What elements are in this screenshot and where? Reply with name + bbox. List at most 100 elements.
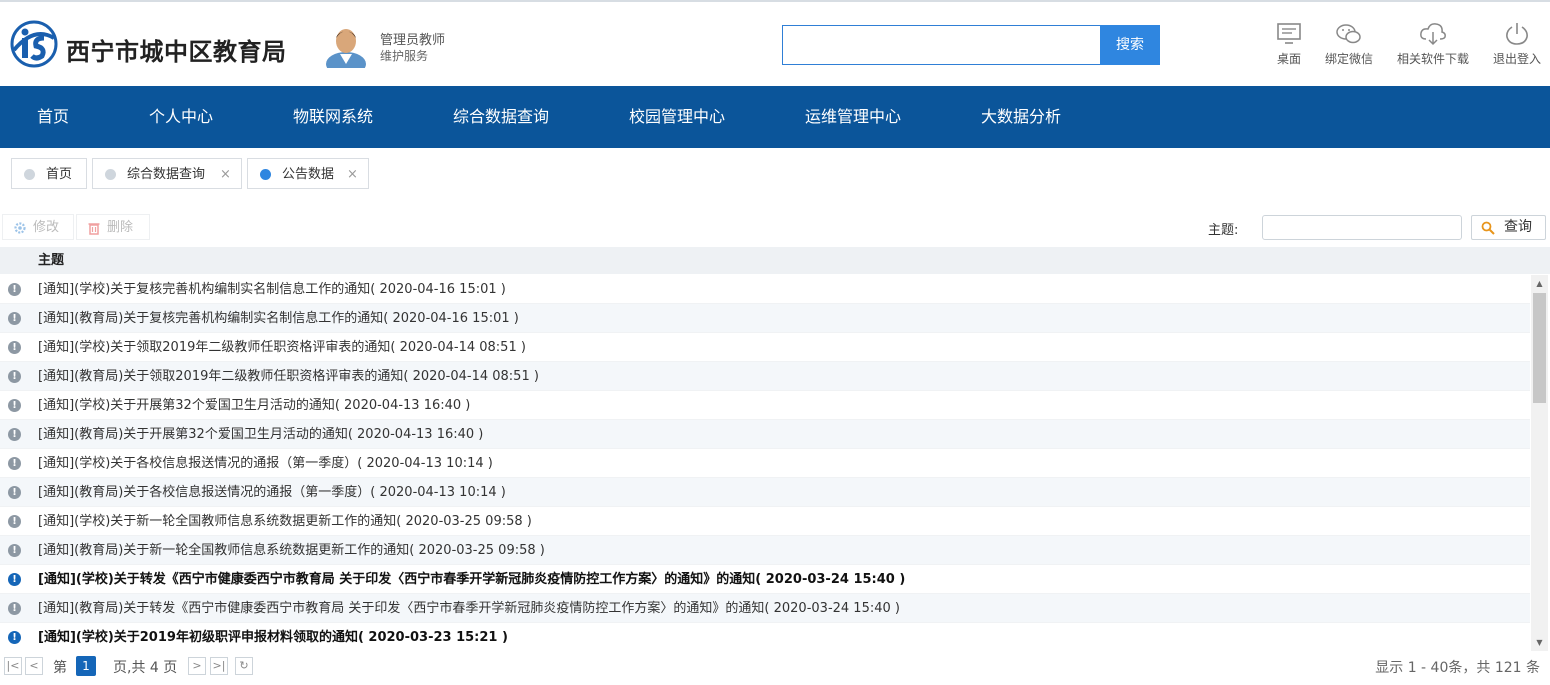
logo-icon xyxy=(10,20,58,68)
unread-notice-icon: ! xyxy=(8,573,21,586)
row-title[interactable]: [通知](教育局)关于开展第32个爱国卫生月活动的通知( 2020-04-13 … xyxy=(38,420,483,449)
nav-item-personal[interactable]: 个人中心 xyxy=(149,86,213,148)
table-row[interactable]: ! [通知](学校)关于领取2019年二级教师任职资格评审表的通知( 2020-0… xyxy=(0,333,1530,362)
user-service: 维护服务 xyxy=(380,49,429,63)
power-icon xyxy=(1506,23,1528,45)
toolbar: 修改 删除 主题: 查询 xyxy=(0,208,1550,246)
site-title: 西宁市城中区教育局 xyxy=(66,38,287,66)
tool-download[interactable]: 相关软件下载 xyxy=(1395,22,1471,67)
read-notice-icon: ! xyxy=(8,457,21,470)
row-title[interactable]: [通知](学校)关于开展第32个爱国卫生月活动的通知( 2020-04-13 1… xyxy=(38,391,470,420)
table-row[interactable]: ! [通知](教育局)关于各校信息报送情况的通报（第一季度）( 2020-04-1… xyxy=(0,478,1530,507)
row-title[interactable]: [通知](教育局)关于新一轮全国教师信息系统数据更新工作的通知( 2020-03… xyxy=(38,536,545,565)
search-icon xyxy=(1481,221,1495,235)
table-row[interactable]: ! [通知](学校)关于各校信息报送情况的通报（第一季度）( 2020-04-13… xyxy=(0,449,1530,478)
search-button[interactable]: 搜索 xyxy=(1100,25,1160,65)
row-title[interactable]: [通知](学校)关于复核完善机构编制实名制信息工作的通知( 2020-04-16… xyxy=(38,275,506,304)
table-row[interactable]: ! [通知](学校)关于开展第32个爱国卫生月活动的通知( 2020-04-13 … xyxy=(0,391,1530,420)
tool-wechat-label: 绑定微信 xyxy=(1324,52,1373,66)
tab-dot xyxy=(24,169,35,180)
row-title[interactable]: [通知](教育局)关于领取2019年二级教师任职资格评审表的通知( 2020-0… xyxy=(38,362,539,391)
read-notice-icon: ! xyxy=(8,486,21,499)
scroll-down-arrow[interactable]: ▼ xyxy=(1531,634,1548,651)
delete-label: 删除 xyxy=(107,220,134,235)
read-notice-icon: ! xyxy=(8,370,21,383)
column-header-topic: 主题 xyxy=(38,253,65,268)
prev-page-button[interactable]: < xyxy=(25,657,43,675)
tab-data-query[interactable]: 综合数据查询 × xyxy=(92,158,242,189)
edit-label: 修改 xyxy=(33,220,60,235)
table-header: 主题 xyxy=(0,247,1550,274)
tab-close-icon[interactable]: × xyxy=(347,159,358,190)
edit-button[interactable]: 修改 xyxy=(2,214,74,240)
topic-label: 主题: xyxy=(1208,223,1239,238)
tab-dot-active xyxy=(260,169,271,180)
table-row[interactable]: ! [通知](教育局)关于领取2019年二级教师任职资格评审表的通知( 2020-… xyxy=(0,362,1530,391)
row-title[interactable]: [通知](学校)关于新一轮全国教师信息系统数据更新工作的通知( 2020-03-… xyxy=(38,507,532,536)
scrollbar[interactable]: ▲ ▼ xyxy=(1531,275,1548,651)
row-title[interactable]: [通知](教育局)关于复核完善机构编制实名制信息工作的通知( 2020-04-1… xyxy=(38,304,519,333)
header: 西宁市城中区教育局 管理员教师 维护服务 搜索 桌面 绑定微信 相关软件下载 退… xyxy=(0,0,1550,86)
tool-logout-label: 退出登入 xyxy=(1492,52,1541,66)
tab-label: 综合数据查询 xyxy=(127,167,206,182)
scroll-thumb[interactable] xyxy=(1533,293,1546,403)
tool-wechat[interactable]: 绑定微信 xyxy=(1322,22,1376,67)
table-row[interactable]: ! [通知](学校)关于2019年初级职评申报材料领取的通知( 2020-03-2… xyxy=(0,623,1530,651)
trash-icon xyxy=(88,223,100,235)
row-title[interactable]: [通知](学校)关于转发《西宁市健康委西宁市教育局 关于印发〈西宁市春季开学新冠… xyxy=(38,565,905,594)
nav-item-ops[interactable]: 运维管理中心 xyxy=(805,86,901,148)
nav-item-bigdata[interactable]: 大数据分析 xyxy=(981,86,1061,148)
table-row[interactable]: ! [通知](教育局)关于复核完善机构编制实名制信息工作的通知( 2020-04-… xyxy=(0,304,1530,333)
page-summary: 显示 1 - 40条，共 121 条 xyxy=(1375,660,1540,676)
read-notice-icon: ! xyxy=(8,399,21,412)
cloud-download-icon xyxy=(1420,23,1446,46)
row-title[interactable]: [通知](教育局)关于各校信息报送情况的通报（第一季度）( 2020-04-13… xyxy=(38,478,506,507)
page-suffix: 页,共 4 页 xyxy=(113,660,178,676)
tab-home[interactable]: 首页 xyxy=(11,158,87,189)
table-row[interactable]: ! [通知](教育局)关于新一轮全国教师信息系统数据更新工作的通知( 2020-0… xyxy=(0,536,1530,565)
query-button[interactable]: 查询 xyxy=(1471,215,1546,240)
page-prefix: 第 xyxy=(53,660,67,676)
read-notice-icon: ! xyxy=(8,602,21,615)
pager: |< < 第 1 页,共 4 页 > >| ↻ 显示 1 - 40条，共 121… xyxy=(0,652,1550,680)
tool-download-label: 相关软件下载 xyxy=(1396,52,1469,66)
row-title[interactable]: [通知](学校)关于领取2019年二级教师任职资格评审表的通知( 2020-04… xyxy=(38,333,526,362)
nav-item-campus[interactable]: 校园管理中心 xyxy=(629,86,725,148)
tab-label: 首页 xyxy=(46,167,73,182)
desktop-icon xyxy=(1277,23,1301,44)
nav-item-data-query[interactable]: 综合数据查询 xyxy=(453,86,549,148)
last-page-button[interactable]: >| xyxy=(210,657,228,675)
table-row[interactable]: ! [通知](教育局)关于转发《西宁市健康委西宁市教育局 关于印发〈西宁市春季开学… xyxy=(0,594,1530,623)
tool-logout[interactable]: 退出登入 xyxy=(1490,22,1544,67)
search-input[interactable] xyxy=(782,25,1100,65)
gear-icon xyxy=(14,222,26,234)
table-row[interactable]: ! [通知](学校)关于转发《西宁市健康委西宁市教育局 关于印发〈西宁市春季开学新… xyxy=(0,565,1530,594)
next-page-button[interactable]: > xyxy=(188,657,206,675)
query-label: 查询 xyxy=(1504,219,1532,235)
user-role: 管理员教师 xyxy=(380,33,446,48)
refresh-icon[interactable]: ↻ xyxy=(235,657,253,675)
read-notice-icon: ! xyxy=(8,341,21,354)
table-row[interactable]: ! [通知](学校)关于复核完善机构编制实名制信息工作的通知( 2020-04-1… xyxy=(0,275,1530,304)
row-title[interactable]: [通知](教育局)关于转发《西宁市健康委西宁市教育局 关于印发〈西宁市春季开学新… xyxy=(38,594,900,623)
nav-item-home[interactable]: 首页 xyxy=(37,86,69,148)
scroll-up-arrow[interactable]: ▲ xyxy=(1531,275,1548,292)
row-title[interactable]: [通知](学校)关于各校信息报送情况的通报（第一季度）( 2020-04-13 … xyxy=(38,449,493,478)
table-row[interactable]: ! [通知](学校)关于新一轮全国教师信息系统数据更新工作的通知( 2020-03… xyxy=(0,507,1530,536)
tab-close-icon[interactable]: × xyxy=(220,159,231,190)
table-row[interactable]: ! [通知](教育局)关于开展第32个爱国卫生月活动的通知( 2020-04-13… xyxy=(0,420,1530,449)
read-notice-icon: ! xyxy=(8,312,21,325)
read-notice-icon: ! xyxy=(8,428,21,441)
delete-button[interactable]: 删除 xyxy=(76,214,150,240)
nav-item-iot[interactable]: 物联网系统 xyxy=(293,86,373,148)
row-title[interactable]: [通知](学校)关于2019年初级职评申报材料领取的通知( 2020-03-23… xyxy=(38,623,508,651)
read-notice-icon: ! xyxy=(8,544,21,557)
tab-announcements[interactable]: 公告数据 × xyxy=(247,158,369,189)
first-page-button[interactable]: |< xyxy=(4,657,22,675)
tool-desktop[interactable]: 桌面 xyxy=(1274,22,1304,67)
current-page[interactable]: 1 xyxy=(76,656,96,676)
read-notice-icon: ! xyxy=(8,283,21,296)
avatar xyxy=(326,29,366,68)
tab-dot xyxy=(105,169,116,180)
topic-input[interactable] xyxy=(1262,215,1462,240)
